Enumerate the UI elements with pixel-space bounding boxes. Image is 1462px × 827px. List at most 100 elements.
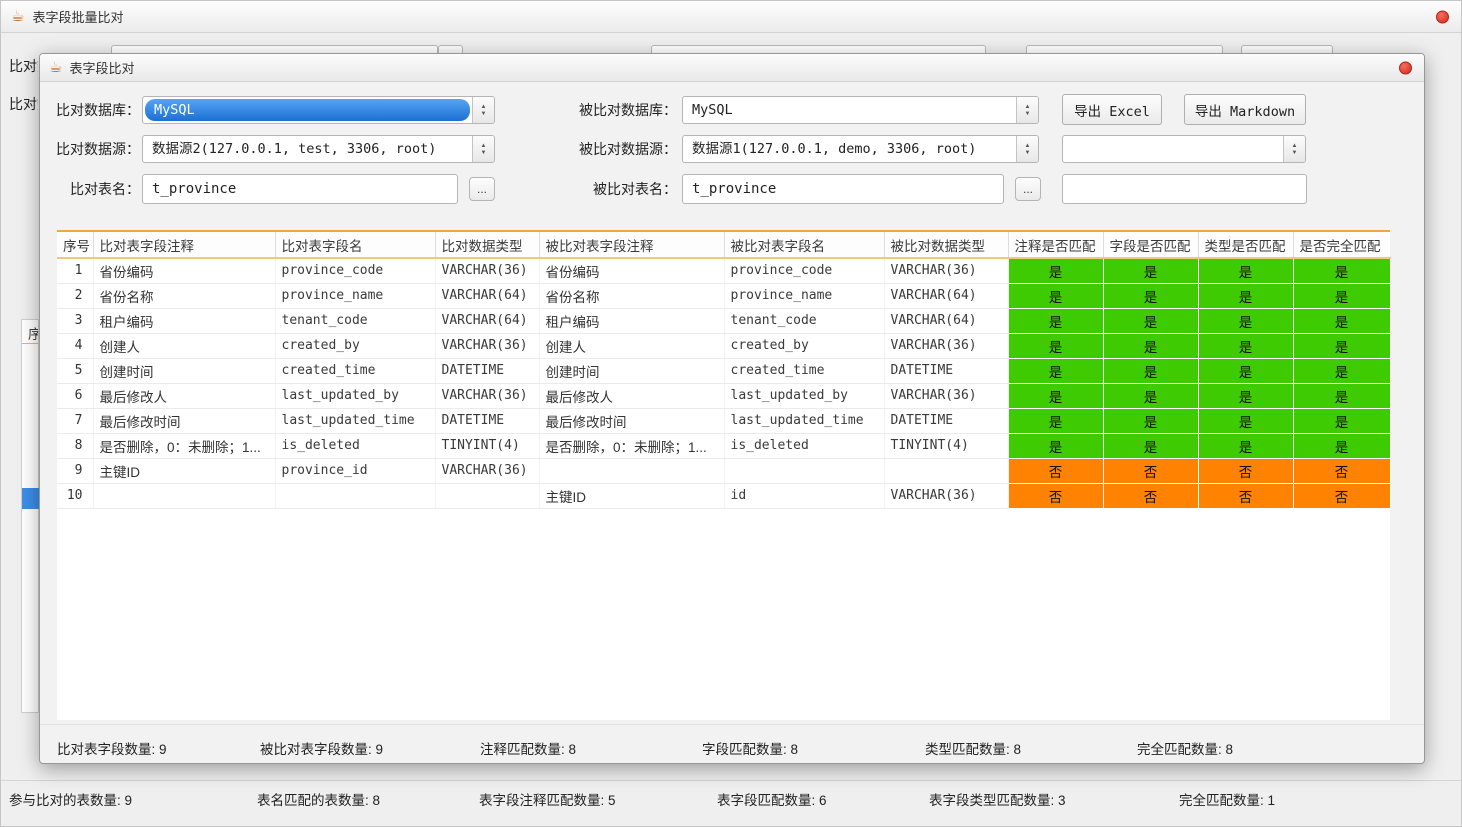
match-flag-cell: 是 xyxy=(1198,308,1293,333)
match-flag-cell: 否 xyxy=(1008,458,1103,483)
spinner-up-icon[interactable]: ▲ xyxy=(1025,104,1031,110)
table-row[interactable]: 10主键IDidVARCHAR(36)否否否否 xyxy=(57,483,1390,508)
table-row[interactable]: 3租户编码tenant_codeVARCHAR(64)租户编码tenant_co… xyxy=(57,308,1390,333)
table-cell: 3 xyxy=(57,308,93,333)
table-row[interactable]: 4创建人created_byVARCHAR(36)创建人created_byVA… xyxy=(57,333,1390,358)
table-cell: tenant_code xyxy=(724,308,884,333)
table-row[interactable]: 6最后修改人last_updated_byVARCHAR(36)最后修改人las… xyxy=(57,383,1390,408)
column-header[interactable]: 比对表字段注释 xyxy=(93,232,275,258)
spinner-up-icon[interactable]: ▲ xyxy=(1292,143,1298,149)
column-header[interactable]: 序号 xyxy=(57,232,93,258)
table-row[interactable]: 7最后修改时间last_updated_timeDATETIME最后修改时间la… xyxy=(57,408,1390,433)
dialog-close-button[interactable] xyxy=(1399,61,1412,74)
compare-datasource-combobox[interactable]: 数据源2(127.0.0.1, test, 3306, root) ▲ ▼ xyxy=(142,135,495,163)
table-cell: 最后修改时间 xyxy=(93,408,275,433)
spinner-buttons-icon[interactable]: ▲ ▼ xyxy=(472,97,494,123)
column-header[interactable]: 比对表字段名 xyxy=(275,232,435,258)
target-db-label: 被比对数据库： xyxy=(535,96,677,124)
table-row[interactable]: 1省份编码province_codeVARCHAR(36)省份编码provinc… xyxy=(57,258,1390,283)
background-selected-row-fragment xyxy=(22,488,39,509)
table-cell: 4 xyxy=(57,333,93,358)
export-markdown-button[interactable]: 导出 Markdown xyxy=(1184,94,1306,125)
target-db-combobox[interactable]: MySQL ▲ ▼ xyxy=(682,96,1039,124)
table-cell xyxy=(93,483,275,508)
stat-field-matched: 表字段匹配数量: 6 xyxy=(717,789,827,809)
target-table-browse-button[interactable]: ... xyxy=(1015,177,1041,201)
main-stats-bar: 参与比对的表数量: 9 表名匹配的表数量: 8 表字段注释匹配数量: 5 表字段… xyxy=(1,780,1462,827)
column-header[interactable]: 比对数据类型 xyxy=(435,232,539,258)
table-cell: VARCHAR(36) xyxy=(435,458,539,483)
match-flag-cell: 是 xyxy=(1103,308,1198,333)
compare-db-combobox[interactable]: MySQL ▲ ▼ xyxy=(142,96,495,124)
table-cell: province_id xyxy=(275,458,435,483)
table-row[interactable]: 8是否删除，0：未删除；1...is_deletedTINYINT(4)是否删除… xyxy=(57,433,1390,458)
match-flag-cell: 是 xyxy=(1103,333,1198,358)
dialog-titlebar[interactable]: ☕ 表字段比对 xyxy=(40,54,1424,82)
column-header[interactable]: 是否完全匹配 xyxy=(1293,232,1390,258)
match-flag-cell: 否 xyxy=(1103,483,1198,508)
table-cell xyxy=(539,458,724,483)
extra-combobox[interactable]: ▲ ▼ xyxy=(1062,135,1306,163)
stat-full-match-count: 完全匹配数量: 8 xyxy=(1137,738,1233,758)
column-header[interactable]: 字段是否匹配 xyxy=(1103,232,1198,258)
spinner-up-icon[interactable]: ▲ xyxy=(1025,143,1031,149)
table-cell: tenant_code xyxy=(275,308,435,333)
table-cell: created_by xyxy=(724,333,884,358)
column-header[interactable]: 被比对表字段注释 xyxy=(539,232,724,258)
spinner-down-icon[interactable]: ▼ xyxy=(1025,150,1031,156)
spinner-up-icon[interactable]: ▲ xyxy=(481,143,487,149)
compare-db-label: 比对数据库： xyxy=(42,96,140,124)
table-cell: 创建时间 xyxy=(539,358,724,383)
comparison-table: 序号比对表字段注释比对表字段名比对数据类型被比对表字段注释被比对表字段名被比对数… xyxy=(57,230,1390,720)
spinner-buttons-icon[interactable]: ▲ ▼ xyxy=(1016,136,1038,162)
main-close-button[interactable] xyxy=(1436,10,1449,23)
column-header[interactable]: 注释是否匹配 xyxy=(1008,232,1103,258)
table-cell: last_updated_by xyxy=(275,383,435,408)
app-icon: ☕ xyxy=(11,9,24,24)
background-table-fragment: 序号 xyxy=(21,319,39,713)
table-cell: 省份编码 xyxy=(539,258,724,283)
compare-table-name-input[interactable] xyxy=(142,174,458,204)
table-cell: last_updated_by xyxy=(724,383,884,408)
table-row[interactable]: 2省份名称province_nameVARCHAR(64)省份名称provinc… xyxy=(57,283,1390,308)
table-cell: VARCHAR(36) xyxy=(435,333,539,358)
spinner-down-icon[interactable]: ▼ xyxy=(1025,111,1031,117)
spinner-down-icon[interactable]: ▼ xyxy=(481,150,487,156)
export-excel-button[interactable]: 导出 Excel xyxy=(1062,94,1162,125)
spinner-down-icon[interactable]: ▼ xyxy=(481,111,487,117)
stat-type-match-count: 类型匹配数量: 8 xyxy=(925,738,1021,758)
extra-input[interactable] xyxy=(1062,174,1307,204)
table-cell: 7 xyxy=(57,408,93,433)
match-flag-cell: 是 xyxy=(1103,258,1198,283)
match-flag-cell: 是 xyxy=(1198,283,1293,308)
spinner-buttons-icon[interactable]: ▲ ▼ xyxy=(1283,136,1305,162)
app-icon: ☕ xyxy=(49,60,62,75)
match-flag-cell: 是 xyxy=(1103,383,1198,408)
compare-datasource-value: 数据源2(127.0.0.1, test, 3306, root) xyxy=(143,136,472,162)
spinner-buttons-icon[interactable]: ▲ ▼ xyxy=(1016,97,1038,123)
table-cell: VARCHAR(64) xyxy=(884,308,1008,333)
table-cell: 主键ID xyxy=(93,458,275,483)
spinner-down-icon[interactable]: ▼ xyxy=(1292,150,1298,156)
match-flag-cell: 是 xyxy=(1008,333,1103,358)
match-flag-cell: 是 xyxy=(1008,408,1103,433)
spinner-buttons-icon[interactable]: ▲ ▼ xyxy=(472,136,494,162)
compare-table-browse-button[interactable]: ... xyxy=(469,177,495,201)
table-row[interactable]: 5创建时间created_timeDATETIME创建时间created_tim… xyxy=(57,358,1390,383)
table-cell: 10 xyxy=(57,483,93,508)
stat-full-matched: 完全匹配数量: 1 xyxy=(1179,789,1275,809)
target-datasource-combobox[interactable]: 数据源1(127.0.0.1, demo, 3306, root) ▲ ▼ xyxy=(682,135,1039,163)
column-header[interactable]: 被比对数据类型 xyxy=(884,232,1008,258)
target-datasource-label: 被比对数据源： xyxy=(535,135,677,163)
table-row[interactable]: 9主键IDprovince_idVARCHAR(36)否否否否 xyxy=(57,458,1390,483)
column-header[interactable]: 被比对表字段名 xyxy=(724,232,884,258)
spinner-up-icon[interactable]: ▲ xyxy=(481,104,487,110)
table-cell: VARCHAR(36) xyxy=(435,258,539,283)
stat-target-field-count: 被比对表字段数量: 9 xyxy=(260,738,383,758)
stat-field-comment-matched: 表字段注释匹配数量: 5 xyxy=(479,789,616,809)
table-cell: 1 xyxy=(57,258,93,283)
main-titlebar[interactable]: ☕ 表字段批量比对 xyxy=(1,1,1461,33)
column-header[interactable]: 类型是否匹配 xyxy=(1198,232,1293,258)
target-table-name-input[interactable] xyxy=(682,174,1004,204)
table-cell: VARCHAR(36) xyxy=(884,258,1008,283)
